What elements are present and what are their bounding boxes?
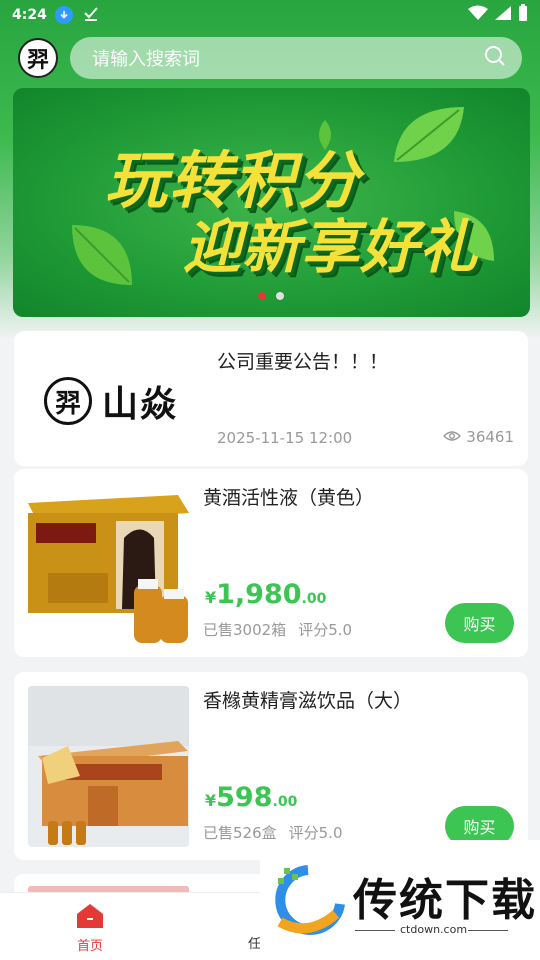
rating: 评分5.0 xyxy=(298,621,353,639)
watermark: 传统下载 ctdown.com xyxy=(260,840,540,960)
product-image[interactable] xyxy=(28,483,189,644)
price-symbol: ¥ xyxy=(205,588,217,607)
product-card[interactable]: 黄酒活性液（黄色） ¥1,980.00 已售3002箱 评分5.0 购买 xyxy=(14,469,528,657)
status-time: 4:24 xyxy=(12,7,47,23)
promo-banner[interactable]: 玩转积分 迎新享好礼 xyxy=(13,88,530,317)
product-price: ¥1,980.00 xyxy=(205,579,326,610)
notice-date: 2025-11-15 12:00 xyxy=(217,429,353,447)
watermark-url: ctdown.com xyxy=(400,923,468,936)
buy-button[interactable]: 购买 xyxy=(445,603,514,643)
view-count: 36461 xyxy=(466,428,514,446)
download-done-icon xyxy=(83,5,99,25)
brand-logo: 羿 山焱 xyxy=(44,371,199,431)
wifi-icon xyxy=(468,5,488,25)
signal-icon xyxy=(494,5,512,25)
search-placeholder: 请输入搜索词 xyxy=(92,49,200,70)
price-symbol: ¥ xyxy=(205,791,217,810)
carousel-dot-active[interactable] xyxy=(258,292,266,300)
sold-count: 已售3002箱 xyxy=(203,621,287,639)
watermark-divider xyxy=(355,930,395,931)
product-title: 香橼黄精膏滋饮品（大） xyxy=(203,690,413,712)
carousel-indicator xyxy=(258,292,284,300)
search-icon[interactable] xyxy=(484,45,506,71)
watermark-logo-icon xyxy=(275,865,345,935)
app-logo[interactable]: 羿 xyxy=(18,38,58,78)
brand-seal-glyph: 羿 xyxy=(54,388,81,419)
product-image[interactable] xyxy=(28,686,189,847)
download-icon xyxy=(54,6,73,24)
app-logo-glyph: 羿 xyxy=(26,47,49,73)
product-title: 黄酒活性液（黄色） xyxy=(203,487,375,509)
battery-icon xyxy=(518,4,528,26)
watermark-divider xyxy=(468,930,508,931)
leaf-decoration xyxy=(72,225,132,285)
header: 羿 请输入搜索词 xyxy=(0,36,540,82)
home-icon xyxy=(76,904,104,933)
price-integer: 1,980 xyxy=(216,579,302,610)
banner-subtitle: 迎新享好礼 xyxy=(183,213,479,281)
search-input[interactable]: 请输入搜索词 xyxy=(70,37,522,79)
price-integer: 598 xyxy=(216,782,273,813)
product-stats: 已售3002箱 评分5.0 xyxy=(203,619,352,640)
nav-item-home[interactable]: 首页 xyxy=(60,903,120,954)
price-decimal: .00 xyxy=(301,591,327,607)
carousel-dot[interactable] xyxy=(276,292,284,300)
price-decimal: .00 xyxy=(272,794,298,810)
nav-home-label: 首页 xyxy=(76,939,103,954)
eye-icon xyxy=(443,428,462,446)
notice-title: 公司重要公告！！！ xyxy=(217,351,389,373)
brand-name: 山焱 xyxy=(102,383,179,425)
product-card[interactable]: 香橼黄精膏滋饮品（大） ¥598.00 已售526盒 评分5.0 购买 xyxy=(14,672,528,860)
brand-seal: 羿 xyxy=(44,377,92,425)
product-price: ¥598.00 xyxy=(205,782,297,813)
leaf-decoration xyxy=(394,107,464,162)
status-bar: 4:24 xyxy=(0,0,540,30)
notice-card[interactable]: 羿 山焱 公司重要公告！！！ 2025-11-15 12:00 36461 xyxy=(14,331,528,466)
watermark-text: 传统下载 xyxy=(353,875,537,926)
notice-views: 36461 xyxy=(443,428,514,446)
